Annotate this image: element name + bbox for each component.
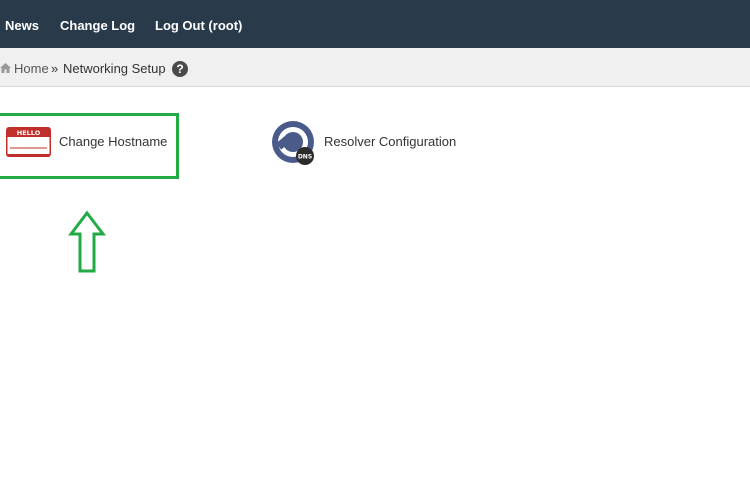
dns-wrench-icon: DNS: [272, 121, 314, 165]
nav-link-change-log[interactable]: Change Log: [60, 0, 135, 48]
hello-name-tag-icon: HELLO: [6, 127, 51, 157]
help-icon[interactable]: ?: [172, 61, 188, 77]
annotation-up-arrow-icon: [68, 210, 106, 273]
nav-link-log-out[interactable]: Log Out (root): [155, 0, 242, 48]
breadcrumb-current: Networking Setup: [63, 61, 166, 76]
resolver-configuration-label: Resolver Configuration: [324, 134, 457, 149]
resolver-configuration-item[interactable]: DNS Resolver Configuration: [270, 113, 470, 169]
change-hostname-label: Change Hostname: [59, 134, 168, 149]
svg-text:DNS: DNS: [298, 154, 312, 161]
svg-text:HELLO: HELLO: [17, 129, 41, 137]
nav-link-news[interactable]: News: [5, 0, 39, 48]
home-icon[interactable]: [0, 63, 11, 73]
breadcrumb-home-link[interactable]: Home: [14, 48, 49, 86]
change-hostname-item[interactable]: HELLO Change Hostname: [0, 113, 180, 169]
breadcrumb: Home » Networking Setup: [0, 48, 750, 87]
breadcrumb-separator: »: [51, 61, 59, 76]
top-navigation-bar: News Change Log Log Out (root): [0, 0, 750, 48]
